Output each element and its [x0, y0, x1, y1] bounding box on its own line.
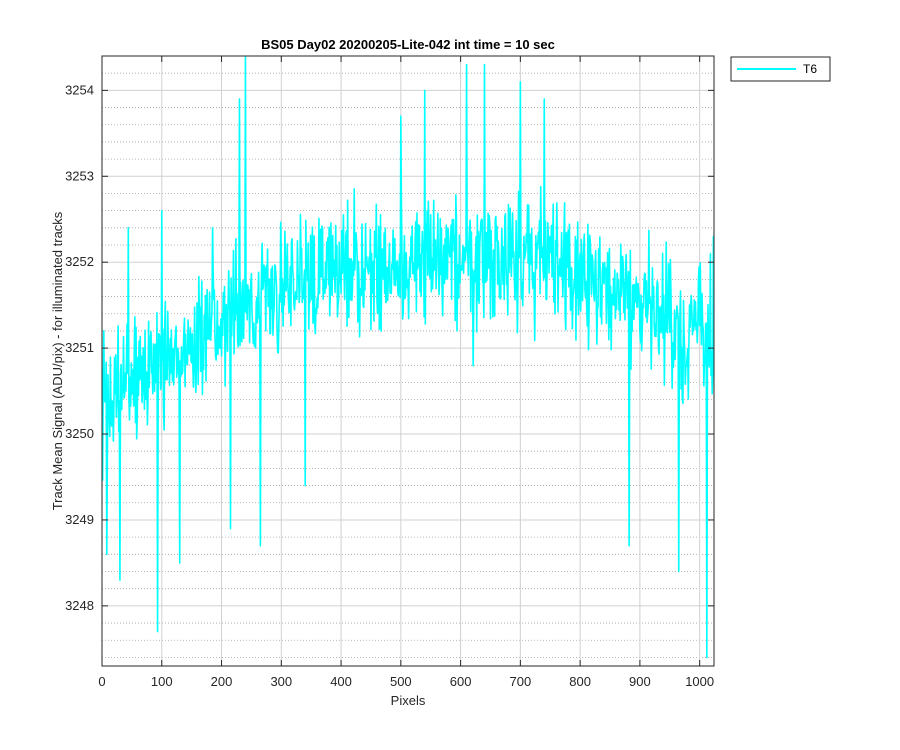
x-tick-label: 800	[569, 674, 591, 689]
y-tick-label: 3252	[65, 254, 94, 269]
x-tick-label: 400	[330, 674, 352, 689]
x-tick-label: 100	[151, 674, 173, 689]
x-tick-label: 900	[629, 674, 651, 689]
x-tick-label: 500	[390, 674, 412, 689]
x-tick-label: 600	[450, 674, 472, 689]
y-tick-label: 3251	[65, 340, 94, 355]
y-tick-label: 3254	[65, 82, 94, 97]
x-tick-label: 200	[211, 674, 233, 689]
x-tick-label: 300	[270, 674, 292, 689]
chart: 0 100 200 300 400 500 600 700 800 900 1000 3248 3249…	[0, 0, 900, 750]
y-tick-label: 3249	[65, 512, 94, 527]
y-axis-label: Track Mean Signal (ADU/pix) - for illumi…	[50, 211, 65, 510]
x-tick-label: 700	[510, 674, 532, 689]
legend: T6	[730, 56, 831, 82]
y-tick-label: 3248	[65, 598, 94, 613]
x-tick-label: 1000	[685, 674, 714, 689]
chart-title: BS05 Day02 20200205-Lite-042 int time = …	[261, 37, 555, 52]
x-tick-label: 0	[98, 674, 105, 689]
y-tick-label: 3250	[65, 426, 94, 441]
y-tick-label: 3253	[65, 168, 94, 183]
x-axis-label: Pixels	[391, 693, 426, 708]
legend-label-t6: T6	[803, 62, 817, 76]
